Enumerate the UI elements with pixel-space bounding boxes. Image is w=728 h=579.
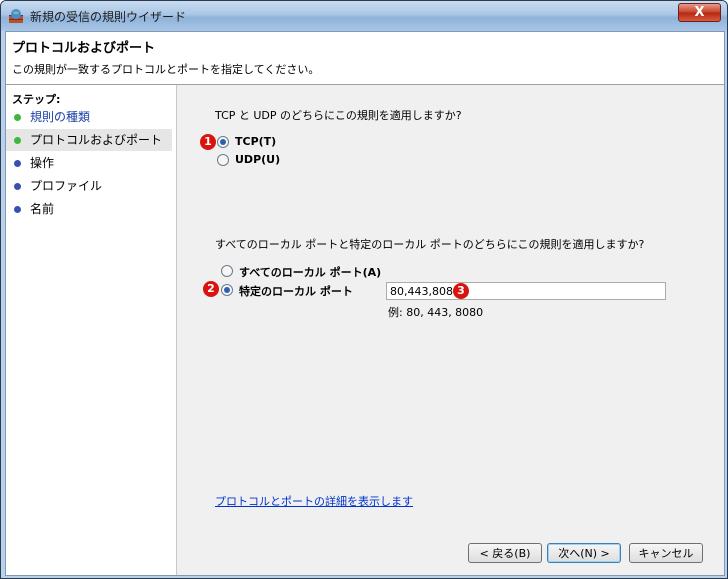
protocol-port-help-link[interactable]: プロトコルとポートの詳細を表示します — [215, 493, 413, 509]
port-input[interactable]: 80,443,8080 — [386, 282, 666, 300]
ports-question: すべてのローカル ポートと特定のローカル ポートのどちらにこの規則を適用しますか… — [215, 238, 645, 251]
wizard-header: プロトコルおよびポート この規則が一致するプロトコルとポートを指定してください。 — [6, 32, 724, 85]
step-pending-dot-icon — [14, 160, 21, 167]
page-title: プロトコルおよびポート — [12, 41, 156, 56]
step-pending-dot-icon — [14, 206, 21, 213]
cancel-button[interactable]: キャンセル — [629, 543, 703, 563]
step-label: 規則の種類 — [30, 110, 91, 124]
back-button[interactable]: < 戻る(B) — [468, 543, 542, 563]
page-description: この規則が一致するプロトコルとポートを指定してください。 — [12, 63, 320, 76]
title-bar[interactable]: 新規の受信の規則ウイザード X — [1, 1, 727, 31]
step-label: 操作 — [30, 156, 55, 170]
udp-radio[interactable] — [217, 154, 229, 166]
tcp-radio[interactable] — [217, 136, 229, 148]
client-area: プロトコルおよびポート この規則が一致するプロトコルとポートを指定してください。… — [5, 31, 725, 576]
callout-badge-1: 1 — [200, 134, 216, 150]
steps-label: ステップ: — [12, 93, 61, 106]
specific-ports-radio[interactable] — [221, 284, 233, 296]
step-label: プロファイル — [30, 179, 103, 193]
port-example: 例: 80, 443, 8080 — [388, 306, 484, 319]
port-input-value: 80,443,8080 — [390, 285, 460, 298]
firewall-icon — [9, 9, 23, 23]
all-ports-radio-label[interactable]: すべてのローカル ポート(A) — [239, 264, 381, 280]
step-name: 名前 — [6, 198, 172, 220]
all-ports-radio[interactable] — [221, 265, 233, 277]
protocol-question: TCP と UDP のどちらにこの規則を適用しますか? — [215, 109, 462, 122]
step-done-dot-icon — [14, 114, 21, 121]
close-button[interactable]: X — [678, 3, 721, 22]
wizard-window: 新規の受信の規則ウイザード X プロトコルおよびポート この規則が一致するプロト… — [0, 0, 728, 579]
step-protocol-ports[interactable]: プロトコルおよびポート — [6, 129, 172, 151]
udp-radio-label[interactable]: UDP(U) — [235, 153, 280, 166]
wizard-content: TCP と UDP のどちらにこの規則を適用しますか? 1 TCP(T) UDP… — [177, 85, 724, 575]
callout-badge-3: 3 — [453, 283, 469, 299]
next-button[interactable]: 次へ(N) > — [547, 543, 621, 563]
tcp-radio-label[interactable]: TCP(T) — [235, 135, 276, 148]
step-current-dot-icon — [14, 137, 21, 144]
window-title: 新規の受信の規則ウイザード — [30, 10, 187, 24]
specific-ports-radio-label[interactable]: 特定のローカル ポート — [239, 283, 353, 299]
steps-sidebar: ステップ: 規則の種類 プロトコルおよびポート 操作 プロファイル 名前 — [6, 85, 177, 575]
step-rule-type[interactable]: 規則の種類 — [6, 106, 172, 128]
step-action: 操作 — [6, 152, 172, 174]
step-profile: プロファイル — [6, 175, 172, 197]
step-pending-dot-icon — [14, 183, 21, 190]
step-label: 名前 — [30, 202, 55, 216]
callout-badge-2: 2 — [203, 281, 219, 297]
step-label: プロトコルおよびポート — [30, 133, 163, 147]
